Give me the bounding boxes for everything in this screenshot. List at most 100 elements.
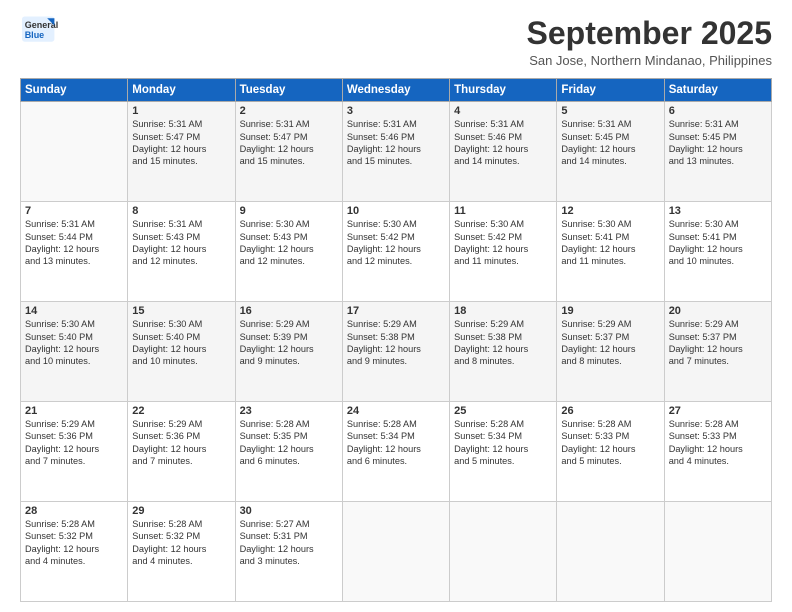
cell-text-line: and 15 minutes. xyxy=(240,155,338,167)
calendar-cell: 6Sunrise: 5:31 AMSunset: 5:45 PMDaylight… xyxy=(664,102,771,202)
day-number: 2 xyxy=(240,105,338,117)
col-header-thursday: Thursday xyxy=(450,79,557,102)
cell-text-line: and 14 minutes. xyxy=(561,155,659,167)
cell-text-line: Sunset: 5:32 PM xyxy=(132,530,230,542)
day-number: 22 xyxy=(132,405,230,417)
header: General Blue September 2025 San Jose, No… xyxy=(20,16,772,68)
subtitle: San Jose, Northern Mindanao, Philippines xyxy=(527,53,772,68)
cell-text-line: Daylight: 12 hours xyxy=(561,143,659,155)
day-number: 17 xyxy=(347,305,445,317)
day-number: 8 xyxy=(132,205,230,217)
cell-text-line: and 9 minutes. xyxy=(240,355,338,367)
cell-text-line: Sunset: 5:34 PM xyxy=(347,430,445,442)
cell-text-line: Sunrise: 5:28 AM xyxy=(669,418,767,430)
cell-text-line: Daylight: 12 hours xyxy=(25,443,123,455)
calendar-cell xyxy=(557,502,664,602)
calendar-table: SundayMondayTuesdayWednesdayThursdayFrid… xyxy=(20,78,772,602)
calendar-cell: 17Sunrise: 5:29 AMSunset: 5:38 PMDayligh… xyxy=(342,302,449,402)
calendar-cell: 8Sunrise: 5:31 AMSunset: 5:43 PMDaylight… xyxy=(128,202,235,302)
cell-text-line: Sunset: 5:37 PM xyxy=(561,331,659,343)
calendar-cell: 1Sunrise: 5:31 AMSunset: 5:47 PMDaylight… xyxy=(128,102,235,202)
day-number: 26 xyxy=(561,405,659,417)
cell-text-line: Sunrise: 5:31 AM xyxy=(240,118,338,130)
cell-text-line: Sunset: 5:41 PM xyxy=(669,231,767,243)
cell-text-line: Sunset: 5:37 PM xyxy=(669,331,767,343)
cell-text-line: Sunrise: 5:29 AM xyxy=(669,318,767,330)
cell-text-line: Daylight: 12 hours xyxy=(132,543,230,555)
calendar-cell: 21Sunrise: 5:29 AMSunset: 5:36 PMDayligh… xyxy=(21,402,128,502)
cell-text-line: and 4 minutes. xyxy=(669,455,767,467)
cell-text-line: and 11 minutes. xyxy=(561,255,659,267)
cell-text-line: Sunrise: 5:28 AM xyxy=(240,418,338,430)
cell-text-line: and 3 minutes. xyxy=(240,555,338,567)
cell-text-line: Sunset: 5:36 PM xyxy=(132,430,230,442)
cell-text-line: Daylight: 12 hours xyxy=(25,543,123,555)
cell-text-line: Daylight: 12 hours xyxy=(454,343,552,355)
cell-text-line: and 13 minutes. xyxy=(669,155,767,167)
calendar-cell xyxy=(21,102,128,202)
calendar-cell: 5Sunrise: 5:31 AMSunset: 5:45 PMDaylight… xyxy=(557,102,664,202)
day-number: 15 xyxy=(132,305,230,317)
cell-text-line: Daylight: 12 hours xyxy=(240,543,338,555)
cell-text-line: Sunset: 5:47 PM xyxy=(132,131,230,143)
cell-text-line: Daylight: 12 hours xyxy=(25,343,123,355)
cell-text-line: Daylight: 12 hours xyxy=(347,243,445,255)
calendar-cell xyxy=(342,502,449,602)
cell-text-line: Sunset: 5:33 PM xyxy=(561,430,659,442)
cell-text-line: Sunrise: 5:30 AM xyxy=(240,218,338,230)
cell-text-line: Sunrise: 5:31 AM xyxy=(454,118,552,130)
cell-text-line: Sunrise: 5:28 AM xyxy=(561,418,659,430)
cell-text-line: Sunset: 5:43 PM xyxy=(240,231,338,243)
cell-text-line: Sunset: 5:32 PM xyxy=(25,530,123,542)
day-number: 24 xyxy=(347,405,445,417)
cell-text-line: and 14 minutes. xyxy=(454,155,552,167)
page: General Blue September 2025 San Jose, No… xyxy=(0,0,792,612)
cell-text-line: and 12 minutes. xyxy=(240,255,338,267)
cell-text-line: Daylight: 12 hours xyxy=(240,443,338,455)
cell-text-line: Sunrise: 5:31 AM xyxy=(347,118,445,130)
cell-text-line: Daylight: 12 hours xyxy=(669,343,767,355)
header-row: SundayMondayTuesdayWednesdayThursdayFrid… xyxy=(21,79,772,102)
day-number: 11 xyxy=(454,205,552,217)
cell-text-line: and 5 minutes. xyxy=(454,455,552,467)
week-row-4: 21Sunrise: 5:29 AMSunset: 5:36 PMDayligh… xyxy=(21,402,772,502)
cell-text-line: and 4 minutes. xyxy=(132,555,230,567)
cell-text-line: Daylight: 12 hours xyxy=(25,243,123,255)
cell-text-line: Sunrise: 5:29 AM xyxy=(347,318,445,330)
cell-text-line: Sunset: 5:39 PM xyxy=(240,331,338,343)
cell-text-line: Daylight: 12 hours xyxy=(347,143,445,155)
cell-text-line: Sunset: 5:46 PM xyxy=(454,131,552,143)
calendar-cell: 22Sunrise: 5:29 AMSunset: 5:36 PMDayligh… xyxy=(128,402,235,502)
day-number: 16 xyxy=(240,305,338,317)
cell-text-line: and 8 minutes. xyxy=(454,355,552,367)
calendar-cell: 14Sunrise: 5:30 AMSunset: 5:40 PMDayligh… xyxy=(21,302,128,402)
cell-text-line: Sunset: 5:33 PM xyxy=(669,430,767,442)
cell-text-line: and 15 minutes. xyxy=(347,155,445,167)
cell-text-line: Daylight: 12 hours xyxy=(561,343,659,355)
calendar-cell: 25Sunrise: 5:28 AMSunset: 5:34 PMDayligh… xyxy=(450,402,557,502)
cell-text-line: Sunrise: 5:28 AM xyxy=(25,518,123,530)
calendar-cell: 20Sunrise: 5:29 AMSunset: 5:37 PMDayligh… xyxy=(664,302,771,402)
cell-text-line: Sunrise: 5:28 AM xyxy=(454,418,552,430)
calendar-cell: 4Sunrise: 5:31 AMSunset: 5:46 PMDaylight… xyxy=(450,102,557,202)
cell-text-line: and 10 minutes. xyxy=(25,355,123,367)
day-number: 28 xyxy=(25,505,123,517)
col-header-friday: Friday xyxy=(557,79,664,102)
calendar-cell: 27Sunrise: 5:28 AMSunset: 5:33 PMDayligh… xyxy=(664,402,771,502)
calendar-cell: 19Sunrise: 5:29 AMSunset: 5:37 PMDayligh… xyxy=(557,302,664,402)
day-number: 12 xyxy=(561,205,659,217)
cell-text-line: Daylight: 12 hours xyxy=(347,443,445,455)
day-number: 6 xyxy=(669,105,767,117)
day-number: 19 xyxy=(561,305,659,317)
cell-text-line: Sunrise: 5:30 AM xyxy=(561,218,659,230)
cell-text-line: Sunrise: 5:29 AM xyxy=(25,418,123,430)
cell-text-line: Sunset: 5:40 PM xyxy=(132,331,230,343)
cell-text-line: and 10 minutes. xyxy=(669,255,767,267)
calendar-cell xyxy=(664,502,771,602)
cell-text-line: Sunset: 5:38 PM xyxy=(454,331,552,343)
calendar-cell: 15Sunrise: 5:30 AMSunset: 5:40 PMDayligh… xyxy=(128,302,235,402)
cell-text-line: Sunrise: 5:29 AM xyxy=(561,318,659,330)
cell-text-line: Sunset: 5:31 PM xyxy=(240,530,338,542)
cell-text-line: Sunrise: 5:30 AM xyxy=(454,218,552,230)
calendar-cell: 2Sunrise: 5:31 AMSunset: 5:47 PMDaylight… xyxy=(235,102,342,202)
